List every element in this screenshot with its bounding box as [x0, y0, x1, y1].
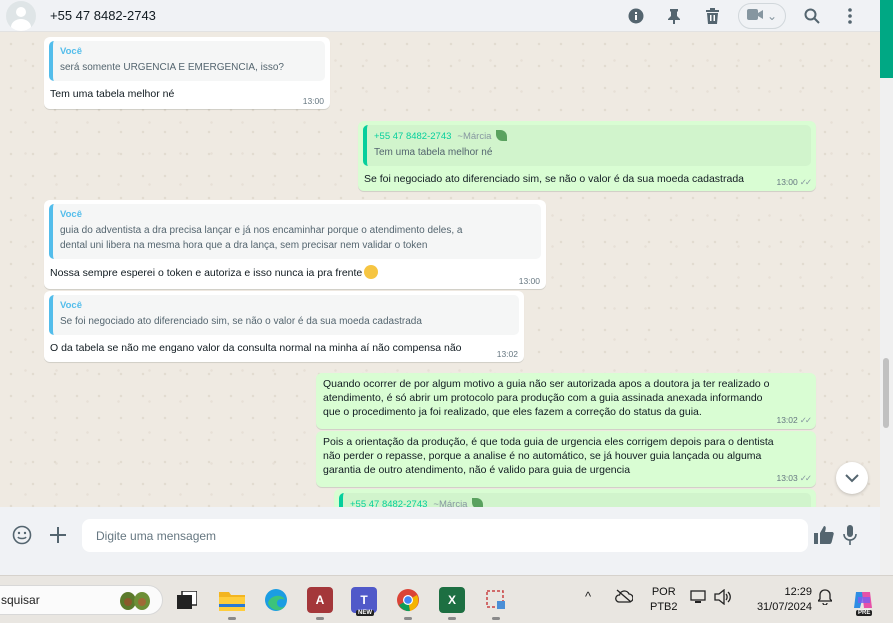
running-indicator: [404, 617, 412, 620]
double-check-icon: ✓✓: [799, 415, 812, 425]
copilot-pre-badge: PRE: [856, 610, 873, 616]
chrome-icon[interactable]: [395, 587, 421, 620]
running-indicator: [316, 617, 324, 620]
message-bubble-outgoing[interactable]: Pois a orientação da produção, é que tod…: [316, 431, 816, 487]
video-call-icon: [746, 9, 763, 23]
contact-avatar[interactable]: [6, 0, 36, 31]
more-options-icon[interactable]: [838, 4, 862, 28]
message-bubble-incoming[interactable]: Você guia do adventista a dra precisa la…: [44, 200, 546, 289]
message-text-line: não perder o repasse, porque a analise é…: [323, 450, 762, 462]
quoted-message[interactable]: Você será somente URGENCIA E EMERGENCIA,…: [49, 41, 325, 81]
windows-taskbar: squisar A T NEW X ^ POR PTB2 12:29 31/07…: [0, 575, 893, 623]
trash-icon[interactable]: [700, 4, 724, 28]
quote-author: Você: [60, 209, 83, 220]
attach-plus-icon[interactable]: [46, 523, 70, 547]
quote-text: Se foi negociado ato diferenciado sim, s…: [60, 316, 422, 327]
message-bubble-outgoing[interactable]: +55 47 8482-2743 ~Márcia Tem uma tabela m…: [358, 121, 816, 191]
volume-icon[interactable]: [714, 588, 732, 608]
message-text: O da tabela se não me engano valor da co…: [50, 342, 462, 354]
contact-name[interactable]: +55 47 8482-2743: [50, 8, 156, 23]
quoted-message[interactable]: +55 47 8482-2743 ~Márcia: [339, 493, 811, 507]
notification-bell-icon[interactable]: [816, 589, 834, 608]
network-icon[interactable]: [690, 589, 706, 608]
access-app-icon[interactable]: A: [307, 587, 333, 620]
excel-app-icon[interactable]: X: [439, 587, 465, 620]
taskbar-search[interactable]: squisar: [0, 585, 163, 615]
running-indicator: [448, 617, 456, 620]
message-bubble-incoming[interactable]: Você Se foi negociado ato diferenciado s…: [44, 291, 524, 362]
leaf-emoji-icon: [472, 498, 484, 507]
info-icon[interactable]: [624, 4, 648, 28]
taskbar-search-text: squisar: [1, 593, 40, 607]
double-check-icon: ✓✓: [799, 177, 812, 187]
message-time: 13:02 ✓✓: [776, 415, 812, 425]
message-text-line: que o procedimento ja foi realizado, que…: [323, 406, 702, 418]
window-scrollbar[interactable]: [880, 0, 893, 575]
quote-text-line: guia do adventista a dra precisa lançar …: [60, 225, 463, 236]
quote-alias: ~Márcia: [433, 499, 468, 507]
message-text-line: Quando ocorrer de por algum motivo a gui…: [323, 378, 770, 390]
scrollbar-thumb[interactable]: [883, 358, 889, 428]
message-bubble-outgoing[interactable]: +55 47 8482-2743 ~Márcia: [334, 489, 816, 507]
message-bubble-incoming[interactable]: Você será somente URGENCIA E EMERGENCIA,…: [44, 37, 330, 109]
running-indicator: [228, 617, 236, 620]
edge-browser-icon[interactable]: [263, 587, 289, 613]
window-bottom-edge: [0, 562, 880, 575]
input-language-indicator[interactable]: POR PTB2: [650, 585, 678, 615]
quoted-message[interactable]: +55 47 8482-2743 ~Márcia Tem uma tabela m…: [363, 125, 811, 166]
quote-author: +55 47 8482-2743 ~Márcia: [350, 498, 803, 507]
message-composer: [0, 507, 880, 562]
message-text-line: Pois a orientação da produção, é que tod…: [323, 436, 774, 448]
thumbs-up-icon[interactable]: [812, 523, 836, 547]
microphone-icon[interactable]: [838, 523, 862, 547]
quote-text: Tem uma tabela melhor né: [374, 147, 493, 158]
running-indicator: [492, 617, 500, 620]
cloud-offline-icon[interactable]: [615, 589, 634, 606]
copilot-icon[interactable]: PRE: [850, 587, 876, 616]
chat-header: +55 47 8482-2743 ⌄: [0, 0, 880, 32]
double-check-icon: ✓✓: [799, 473, 812, 483]
task-view-icon[interactable]: [174, 587, 200, 613]
emoji-icon[interactable]: [10, 523, 34, 547]
chat-messages[interactable]: Você será somente URGENCIA E EMERGENCIA,…: [0, 33, 880, 507]
quote-author: Você: [60, 46, 83, 57]
quote-author: Você: [60, 300, 83, 311]
snipping-tool-icon[interactable]: [483, 587, 509, 620]
message-text-line: garantia de outro atendimento, não é val…: [323, 464, 631, 476]
leaf-emoji-icon: [496, 130, 508, 141]
system-clock[interactable]: 12:29 31/07/2024: [744, 585, 812, 615]
chevron-up-icon[interactable]: ^: [585, 589, 591, 604]
message-text: Tem uma tabela melhor né: [50, 88, 175, 100]
search-icon[interactable]: [800, 4, 824, 28]
quote-author: +55 47 8482-2743 ~Márcia: [374, 130, 803, 142]
message-time: 13:02: [496, 349, 518, 359]
message-input[interactable]: [82, 519, 808, 552]
message-text: Nossa sempre esperei o token e autoriza …: [49, 265, 541, 280]
teams-app-icon[interactable]: T NEW: [351, 587, 377, 616]
teams-new-badge: NEW: [356, 610, 374, 616]
message-text-line: atendimento, é só abrir um protocolo par…: [323, 392, 763, 404]
chevron-down-icon: ⌄: [766, 9, 778, 23]
quoted-message[interactable]: Você guia do adventista a dra precisa la…: [49, 204, 541, 259]
message-time: 13:00 ✓✓: [776, 177, 812, 187]
smiley-emoji-icon: [364, 265, 379, 279]
file-explorer-icon[interactable]: [219, 587, 245, 620]
chevron-down-icon: [845, 470, 859, 486]
message-time: 13:00: [518, 276, 540, 286]
message-bubble-outgoing[interactable]: Quando ocorrer de por algum motivo a gui…: [316, 373, 816, 429]
pin-icon[interactable]: [662, 4, 686, 28]
scroll-to-bottom-button[interactable]: [836, 462, 868, 494]
message-time: 13:00: [302, 96, 324, 106]
message-time: 13:03 ✓✓: [776, 473, 812, 483]
message-text: Se foi negociado ato diferenciado sim, s…: [364, 173, 744, 185]
header-actions: ⌄: [624, 0, 862, 32]
quoted-message[interactable]: Você Se foi negociado ato diferenciado s…: [49, 295, 519, 335]
quote-text-line: dental uni libera na mesma hora que a dr…: [60, 240, 428, 251]
avocado-icon: [118, 589, 152, 616]
scrollbar-accent: [880, 0, 893, 78]
quote-text: será somente URGENCIA E EMERGENCIA, isso…: [60, 62, 284, 73]
quote-alias: ~Márcia: [457, 131, 492, 142]
video-call-button[interactable]: ⌄: [738, 3, 786, 29]
